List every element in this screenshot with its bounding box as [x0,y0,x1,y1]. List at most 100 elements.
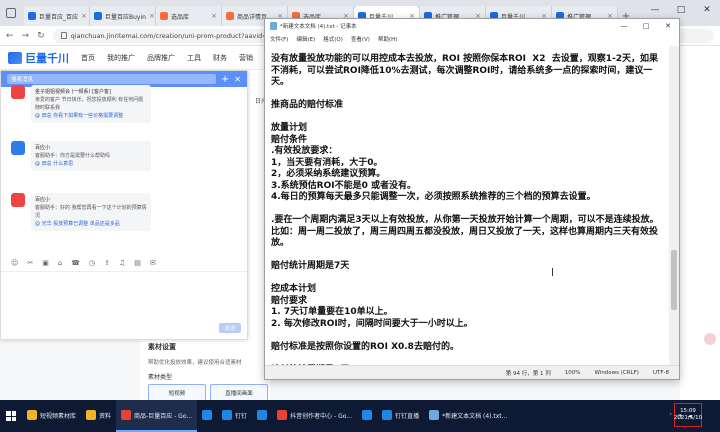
send-button[interactable]: 发送 [219,323,241,333]
avatar [11,141,25,155]
card-subtitle: 素材类型 [148,374,173,381]
browser-tab[interactable]: 巨量百应_百应 × [24,6,90,26]
forward-icon[interactable]: → [22,31,30,41]
notepad-line: 控成本计划 [271,284,317,294]
notepad-title: *新建文本文档 (4).txt - 记事本 [280,24,357,30]
nav-item-marketing[interactable]: 营销 [239,53,253,63]
avatar [11,193,25,207]
clock-icon[interactable]: ◷ [89,259,95,267]
taskbar-app-button[interactable] [252,400,272,432]
notepad-line [271,250,665,262]
taskbar-app-button[interactable]: 资料 [81,400,116,432]
menu-view[interactable]: 查看(V) [351,35,370,43]
menu-format[interactable]: 格式(O) [323,35,343,43]
taskbar-app-button[interactable]: 钉钉直播 [377,400,424,432]
notepad-line [271,112,665,124]
notepad-line: .要在一个周期内满足3天以上有效投放，从你第一天投放开始计算一个周期，可以不是连… [271,215,659,248]
notepad-icon [270,22,277,30]
taskbar-app-button[interactable] [357,400,377,432]
maximize-button[interactable]: □ [635,19,657,33]
text-cursor [552,268,553,276]
help-icon[interactable] [704,333,716,345]
start-button[interactable] [0,400,22,432]
close-icon[interactable]: ✕ [234,75,241,84]
app-icon [86,410,97,420]
image-icon[interactable]: ▣ [42,259,49,267]
taskbar-clock[interactable]: 15:09 2021/5/10 [674,403,702,427]
close-icon[interactable]: × [211,12,217,20]
notepad-line: 2，必须采纳系统建议预算。 [271,169,386,179]
taskbar-app-button[interactable]: 抖音创作者中心 - Go... [272,400,357,432]
notepad-line [271,353,665,365]
notepad-line [271,204,665,216]
emoji-icon[interactable]: ☺ [11,259,18,267]
taskbar-app-label: 商品-巨量百应 - Go... [134,412,193,420]
nav-item-brand[interactable]: 品牌推广 [147,53,175,63]
chat-panel: 搜索消息 + ✕ 金子姐姐视频会 (一频系) [客户客] 亲爱的客户 节日快乐，… [0,70,248,340]
close-icon[interactable]: × [81,12,87,20]
upload-icon[interactable]: ⇪ [104,259,110,267]
home-icon[interactable]: ⌂ [58,259,62,267]
nav-item-promotion[interactable]: 我的推广 [107,53,135,63]
taskbar: 短视频素材库 资料 商品-巨量百应 - Go... 钉钉 抖音创作者中心 - Go...… [0,400,720,432]
chat-input[interactable]: 发送 [1,271,247,339]
clock-time: 15:09 [680,408,696,414]
status-zoom: 100% [564,369,581,376]
status-position: 第 94 行，第 1 列 [505,370,551,377]
status-encoding: UTF-8 [652,369,669,376]
card-description: 帮助优化投放效果，建议使用合适素材 [148,360,242,366]
notepad-line [271,273,665,285]
maximize-button[interactable]: □ [668,0,694,20]
minimize-button[interactable]: — [613,19,635,33]
taskbar-app-label: 抖音创作者中心 - Go... [290,412,353,420]
status-line-ending: Windows (CRLF) [594,369,639,376]
page-right-column [680,46,720,400]
logo[interactable]: 巨量千川 [8,50,69,66]
app-icon [202,410,213,420]
notepad-line: 赔付标准是按照你设置的ROI X0.8去赔付的。 [271,341,459,352]
vertical-scrollbar[interactable] [669,46,679,366]
browser-tab[interactable]: 选品库 × [156,6,222,26]
close-window-button[interactable]: ✕ [657,19,679,33]
window-controls: — □ ✕ [642,0,720,20]
add-icon[interactable]: + [221,74,229,85]
notepad-line: 推商品的赔付标准 [271,100,344,110]
music-icon[interactable]: ♫ [119,259,125,267]
taskbar-app-button[interactable]: *新建文本文档 (4).txt... [424,400,512,432]
notepad-text-area[interactable]: 没有放量投放功能的可以用控成本去投放，ROI 按照你保本ROI X2 去设置，观… [265,46,671,366]
taskbar-app-button[interactable] [197,400,217,432]
tab-favicon-icon [226,12,234,20]
nav-item-finance[interactable]: 财务 [213,53,227,63]
taskbar-app-button[interactable]: 钉钉 [217,400,252,432]
menu-help[interactable]: 帮助(H) [378,35,397,43]
nav-item-tools[interactable]: 工具 [187,53,201,63]
phone-icon[interactable]: ☎ [71,259,80,267]
notepad-line: 3.系统预估ROI不能是0 或者没有。 [271,180,417,191]
taskbar-items: 短视频素材库 资料 商品-巨量百应 - Go... 钉钉 抖音创作者中心 - Go...… [22,400,512,432]
scrollbar-thumb[interactable] [671,250,677,310]
notepad-line [271,330,665,342]
notepad-line: 1. 7天订单量要在10单以上。 [271,307,393,317]
chat-search-input[interactable]: 搜索消息 [7,74,216,84]
file-icon[interactable]: ▤ [134,259,141,267]
taskbar-app-label: 钉钉 [235,412,248,420]
reload-icon[interactable]: ↻ [37,31,45,41]
logo-icon [8,51,22,64]
taskbar-app-label: 短视频素材库 [40,412,77,420]
taskbar-app-button[interactable]: 商品-巨量百应 - Go... [116,400,198,432]
menu-edit[interactable]: 编辑(E) [296,35,315,43]
chevron-up-icon[interactable]: ˄ [669,413,672,420]
close-icon[interactable]: × [149,12,155,20]
app-icon [121,410,132,420]
close-window-button[interactable]: ✕ [694,0,720,20]
back-icon[interactable]: ← [6,31,14,41]
menu-file[interactable]: 文件(F) [270,35,288,43]
mail-icon[interactable]: ✉ [150,259,156,267]
notepad-window-controls: — □ ✕ [613,19,679,33]
browser-tab[interactable]: 巨量百应Buyin × [90,6,156,26]
material-settings-card: 素材设置 帮助优化投放效果，建议使用合适素材 素材类型 短视频 直播间画面 [140,336,270,406]
minimize-button[interactable]: — [642,0,668,20]
nav-item-home[interactable]: 首页 [81,53,95,63]
scissors-icon[interactable]: ✂ [27,259,33,267]
taskbar-app-button[interactable]: 短视频素材库 [22,400,81,432]
